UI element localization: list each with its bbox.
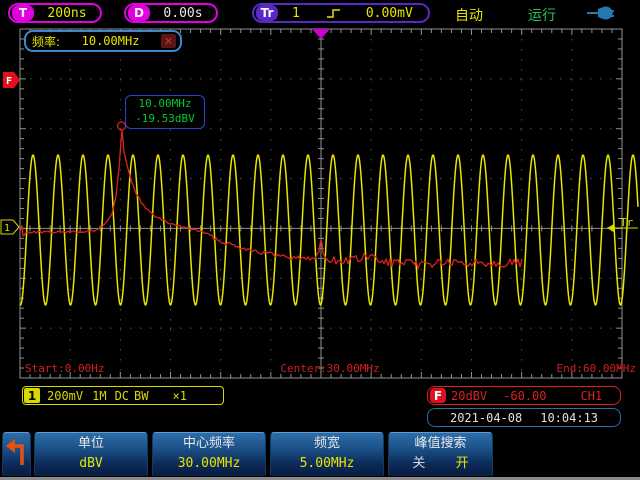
- menu-unit-button[interactable]: 单位 dBV: [34, 432, 148, 476]
- menu-peak-search-label: 峰值搜索: [389, 433, 492, 454]
- ch1-sine-trace: [20, 155, 638, 305]
- back-arrow-icon: [3, 433, 30, 475]
- menu-span-label: 频宽: [271, 433, 383, 454]
- channel1-impedance: 1M: [92, 389, 106, 403]
- svg-text:F: F: [6, 76, 12, 87]
- fft-source: CH1: [580, 389, 602, 403]
- menu-center-frequency-button[interactable]: 中心频率 30.00MHz: [152, 432, 266, 476]
- peak-measurement-popup: 10.00MHz -19.53dBV: [125, 95, 205, 129]
- frequency-value: 10.00MHz: [60, 34, 161, 48]
- axis-end-label: End:60.00MHz: [500, 362, 636, 375]
- fft-scale: 20dBV: [451, 389, 487, 403]
- menu-peak-search-on[interactable]: 开: [456, 456, 469, 471]
- oscilloscope-screen: T 200ns D 0.00s Tr 1 0.00mV 自动 运行 F1Tr 频…: [0, 0, 640, 480]
- axis-center-label: Center:30.00MHz: [250, 362, 410, 375]
- softkey-menu-bar: 单位 dBV 中心频率 30.00MHz 频宽 5.00MHz 峰值搜索 关 开: [0, 431, 640, 477]
- peak-level: -19.53dBV: [126, 111, 204, 126]
- close-icon[interactable]: ✕: [161, 34, 176, 48]
- channel1-bandwidth: BW: [134, 389, 148, 403]
- menu-center-frequency-value: 30.00MHz: [153, 454, 265, 474]
- frequency-label: 频率:: [32, 33, 60, 50]
- menu-span-value: 5.00MHz: [271, 454, 383, 474]
- menu-peak-search-off[interactable]: 关: [412, 456, 425, 471]
- trigger-level-marker: [607, 224, 614, 232]
- datetime-badge: 2021-04-08 10:04:13: [427, 408, 621, 427]
- back-button[interactable]: [2, 432, 31, 476]
- fft-label: F: [430, 388, 446, 403]
- menu-span-button[interactable]: 频宽 5.00MHz: [270, 432, 384, 476]
- peak-frequency: 10.00MHz: [126, 96, 204, 111]
- channel1-number: 1: [24, 388, 40, 403]
- time-value: 10:04:13: [540, 411, 598, 425]
- fft-offset: -60.00: [503, 389, 546, 403]
- date-value: 2021-04-08: [450, 411, 522, 425]
- channel1-status-badge: 1 200mV 1M DC BW ×1: [22, 386, 224, 405]
- axis-start-label: Start:0.00Hz: [25, 362, 104, 375]
- menu-peak-search-button[interactable]: 峰值搜索 关 开: [388, 432, 493, 476]
- channel1-coupling: DC: [115, 389, 129, 403]
- trigger-position-marker: [312, 29, 330, 39]
- channel1-scale: 200mV: [47, 389, 83, 403]
- svg-text:1: 1: [4, 223, 10, 234]
- menu-center-frequency-label: 中心频率: [153, 433, 265, 454]
- fft-status-badge: F 20dBV -60.00 CH1: [427, 386, 621, 405]
- frequency-readout: 频率: 10.00MHz ✕: [24, 30, 182, 52]
- channel1-probe-ratio: ×1: [172, 389, 186, 403]
- menu-unit-value: dBV: [35, 454, 147, 474]
- svg-text:Tr: Tr: [620, 216, 634, 229]
- menu-unit-label: 单位: [35, 433, 147, 454]
